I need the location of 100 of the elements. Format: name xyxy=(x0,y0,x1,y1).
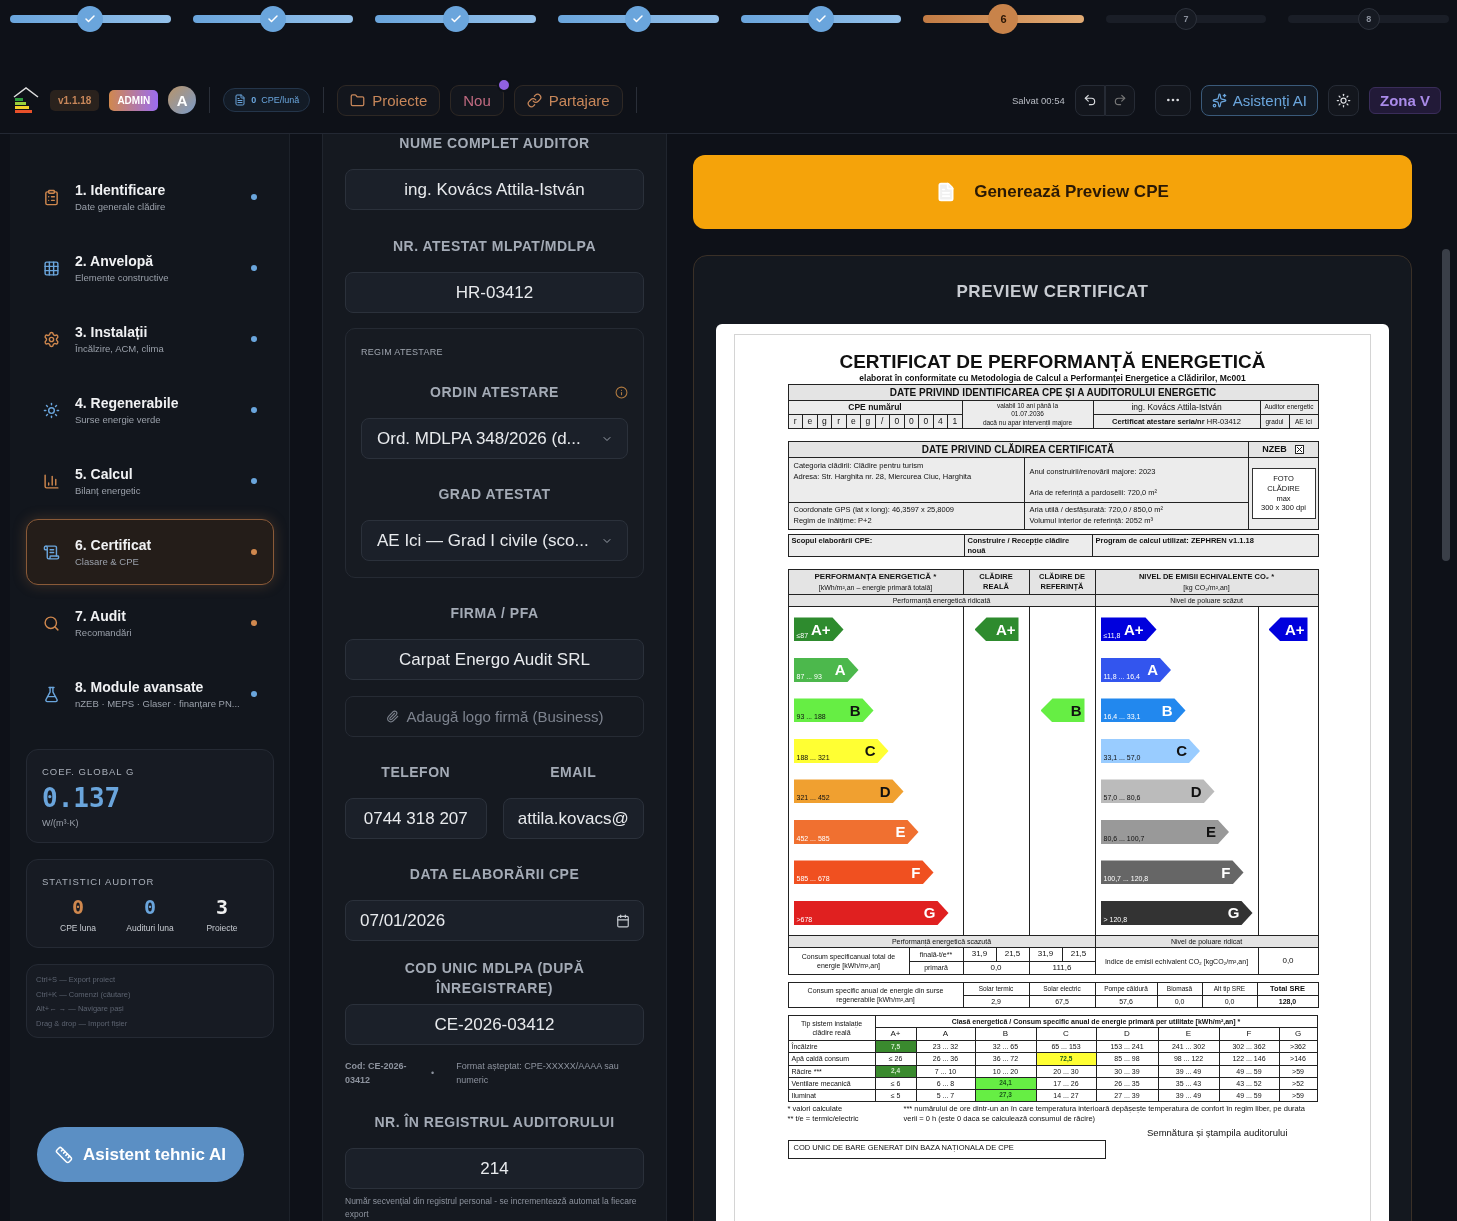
nav-item[interactable]: 4. Regenerabile Surse energie verde xyxy=(26,377,274,443)
nav-item[interactable]: 1. Identificare Date generale clădire xyxy=(26,164,274,230)
select-field[interactable]: Ord. MDLPA 348/2026 (d... xyxy=(361,418,628,459)
format-note: Format așteptat: CPE-XXXXX/AAAA sau numeric xyxy=(455,1060,620,1087)
nav-title: 8. Module avansate xyxy=(75,679,205,695)
field-label: FIRMA / PFA xyxy=(449,604,540,623)
upload-button[interactable]: Adaugă logo firmă (Business) xyxy=(345,696,644,737)
logo-icon[interactable] xyxy=(12,85,40,115)
text-field[interactable]: attila.kovacs@ xyxy=(502,798,644,839)
folder-icon xyxy=(350,92,366,108)
stat-label: Proiecte xyxy=(206,923,238,933)
nav-icon xyxy=(43,472,60,490)
card-label: COEF. GLOBAL G xyxy=(42,766,136,777)
nav-icon xyxy=(43,330,60,348)
table-heading: DATE PRIVIND IDENTIFICAREA CPE ȘI A AUDITORULUI ENERGETIC xyxy=(788,384,1318,401)
card-label: STATISTICI AUDITOR xyxy=(42,876,156,887)
rating-marker: A+ xyxy=(1268,617,1308,642)
field-label: NR. ATESTAT MLPAT/MDLPA xyxy=(391,237,598,256)
step-marker[interactable] xyxy=(442,6,469,32)
ruler-icon xyxy=(55,1145,73,1164)
step-marker[interactable] xyxy=(77,6,104,32)
nav-item[interactable]: 6. Certificat Clasare & CPE xyxy=(26,519,274,585)
class-letter: E xyxy=(895,822,906,842)
field-label: COD UNIC MDLPA (DUPĂ ÎNREGISTRARE) xyxy=(403,959,586,998)
class-letter: G xyxy=(923,903,936,923)
sparkles-icon xyxy=(1211,92,1227,108)
field-label: GRAD ATESTAT xyxy=(437,485,552,504)
class-letter: A+ xyxy=(810,619,831,640)
nav-title: 3. Instalații xyxy=(75,324,149,340)
nav-icon xyxy=(43,259,60,277)
sun-icon xyxy=(1336,92,1351,108)
class-letter: A+ xyxy=(1123,619,1144,640)
signature-label: Semnătura și ștampila auditorului xyxy=(1146,1126,1289,1138)
certificate-subtitle: elaborat în conformitate cu Metodologia de Calcul a Performanței Energetice a Clădirilor, Mc001 xyxy=(858,373,1247,384)
step-marker[interactable] xyxy=(807,6,834,32)
text-field[interactable]: HR-03412 xyxy=(345,272,644,313)
generate-button[interactable]: Generează Preview CPE xyxy=(693,155,1412,229)
text-field[interactable]: 0744 318 207 xyxy=(345,798,487,839)
stat-label: Audituri luna xyxy=(126,923,174,933)
separator: • xyxy=(431,1067,435,1080)
field-label: DATA ELABORĂRII CPE xyxy=(408,865,581,884)
document-icon xyxy=(234,94,247,106)
class-letter: E xyxy=(1206,822,1216,842)
nav-title: 7. Audit xyxy=(75,608,127,624)
step-marker[interactable]: 8 xyxy=(1357,8,1380,30)
step-marker[interactable] xyxy=(625,6,652,32)
field-label: NR. ÎN REGISTRUL AUDITORULUI xyxy=(373,1113,616,1132)
code-note: Cod: CE-2026-03412 xyxy=(345,1060,408,1087)
class-letter: F xyxy=(911,862,921,883)
nav-item[interactable]: 8. Module avansate nZEB · MEPS · Glaser · finanțare PN... xyxy=(26,661,274,727)
text-field[interactable]: Carpat Energo Audit SRL xyxy=(345,639,644,680)
header-button[interactable]: Partajare xyxy=(513,84,623,116)
date-field[interactable]: 07/01/2026 xyxy=(345,900,644,941)
field-label: TELEFON xyxy=(380,763,452,782)
text-field[interactable]: 214 xyxy=(345,1148,644,1189)
check-icon xyxy=(632,13,645,25)
theme-button[interactable] xyxy=(1328,84,1359,116)
zone-button[interactable]: Zona V xyxy=(1369,86,1441,114)
field-label: EMAIL xyxy=(549,763,598,782)
nav-title: 2. Anvelopă xyxy=(75,253,155,269)
rating-marker: B xyxy=(1040,698,1085,723)
class-letter: A xyxy=(1147,660,1158,680)
nav-item[interactable]: 2. Anvelopă Elemente constructive xyxy=(26,235,274,301)
stat-value: 3 xyxy=(215,895,228,919)
scrollbar-thumb[interactable] xyxy=(1442,249,1450,561)
undo-button[interactable] xyxy=(1074,84,1105,116)
select-field[interactable]: AE Ici — Grad I civile (sco... xyxy=(361,520,628,561)
header-button[interactable]: Nou xyxy=(450,84,504,116)
field-label: NUME COMPLET AUDITOR xyxy=(398,134,591,153)
step-marker[interactable]: 6 xyxy=(988,4,1019,34)
redo-icon xyxy=(1112,93,1127,107)
nav-item[interactable]: 7. Audit Recomandări xyxy=(26,590,274,656)
text-field[interactable]: ing. Kovács Attila-István xyxy=(345,169,644,210)
field-label: ORDIN ATESTARE xyxy=(430,383,559,402)
class-letter: D xyxy=(879,781,891,802)
field-hint: Număr secvențial din registrul personal - se incrementează automat la fiecare export xyxy=(345,1195,638,1221)
nav-title: 6. Certificat xyxy=(75,537,153,553)
nav-subtitle: Surse energie verde xyxy=(75,414,162,425)
calendar-icon xyxy=(616,914,630,928)
step-marker[interactable] xyxy=(259,6,286,32)
coefficient-unit: W/(m³·K) xyxy=(42,818,80,828)
nav-item[interactable]: 5. Calcul Bilanț energetic xyxy=(26,448,274,514)
step-marker[interactable]: 7 xyxy=(1175,8,1198,30)
nav-title: 4. Regenerabile xyxy=(75,395,180,411)
group-caption: REGIM ATESTARE xyxy=(361,347,444,357)
text-field[interactable]: CE-2026-03412 xyxy=(345,1004,644,1045)
cpe-unit: CPE/lună xyxy=(261,95,300,105)
undo-icon xyxy=(1082,93,1097,107)
ai-assistants-button[interactable]: Asistenți AI xyxy=(1200,84,1318,116)
header-button[interactable]: Proiecte xyxy=(337,84,441,116)
check-icon xyxy=(84,13,97,25)
check-icon xyxy=(266,13,279,25)
nav-item[interactable]: 3. Instalații Încălzire, ACM, clima xyxy=(26,306,274,372)
nav-title: 5. Calcul xyxy=(75,466,134,482)
preview-title: PREVIEW CERTIFICAT xyxy=(955,282,1150,302)
nav-subtitle: Date generale clădire xyxy=(75,201,167,212)
nav-icon xyxy=(43,401,60,419)
class-letter: F xyxy=(1221,862,1231,883)
table-heading: DATE PRIVIND CLĂDIREA CERTIFICATĂ xyxy=(788,441,1248,458)
role-badge: ADMIN xyxy=(109,89,159,111)
